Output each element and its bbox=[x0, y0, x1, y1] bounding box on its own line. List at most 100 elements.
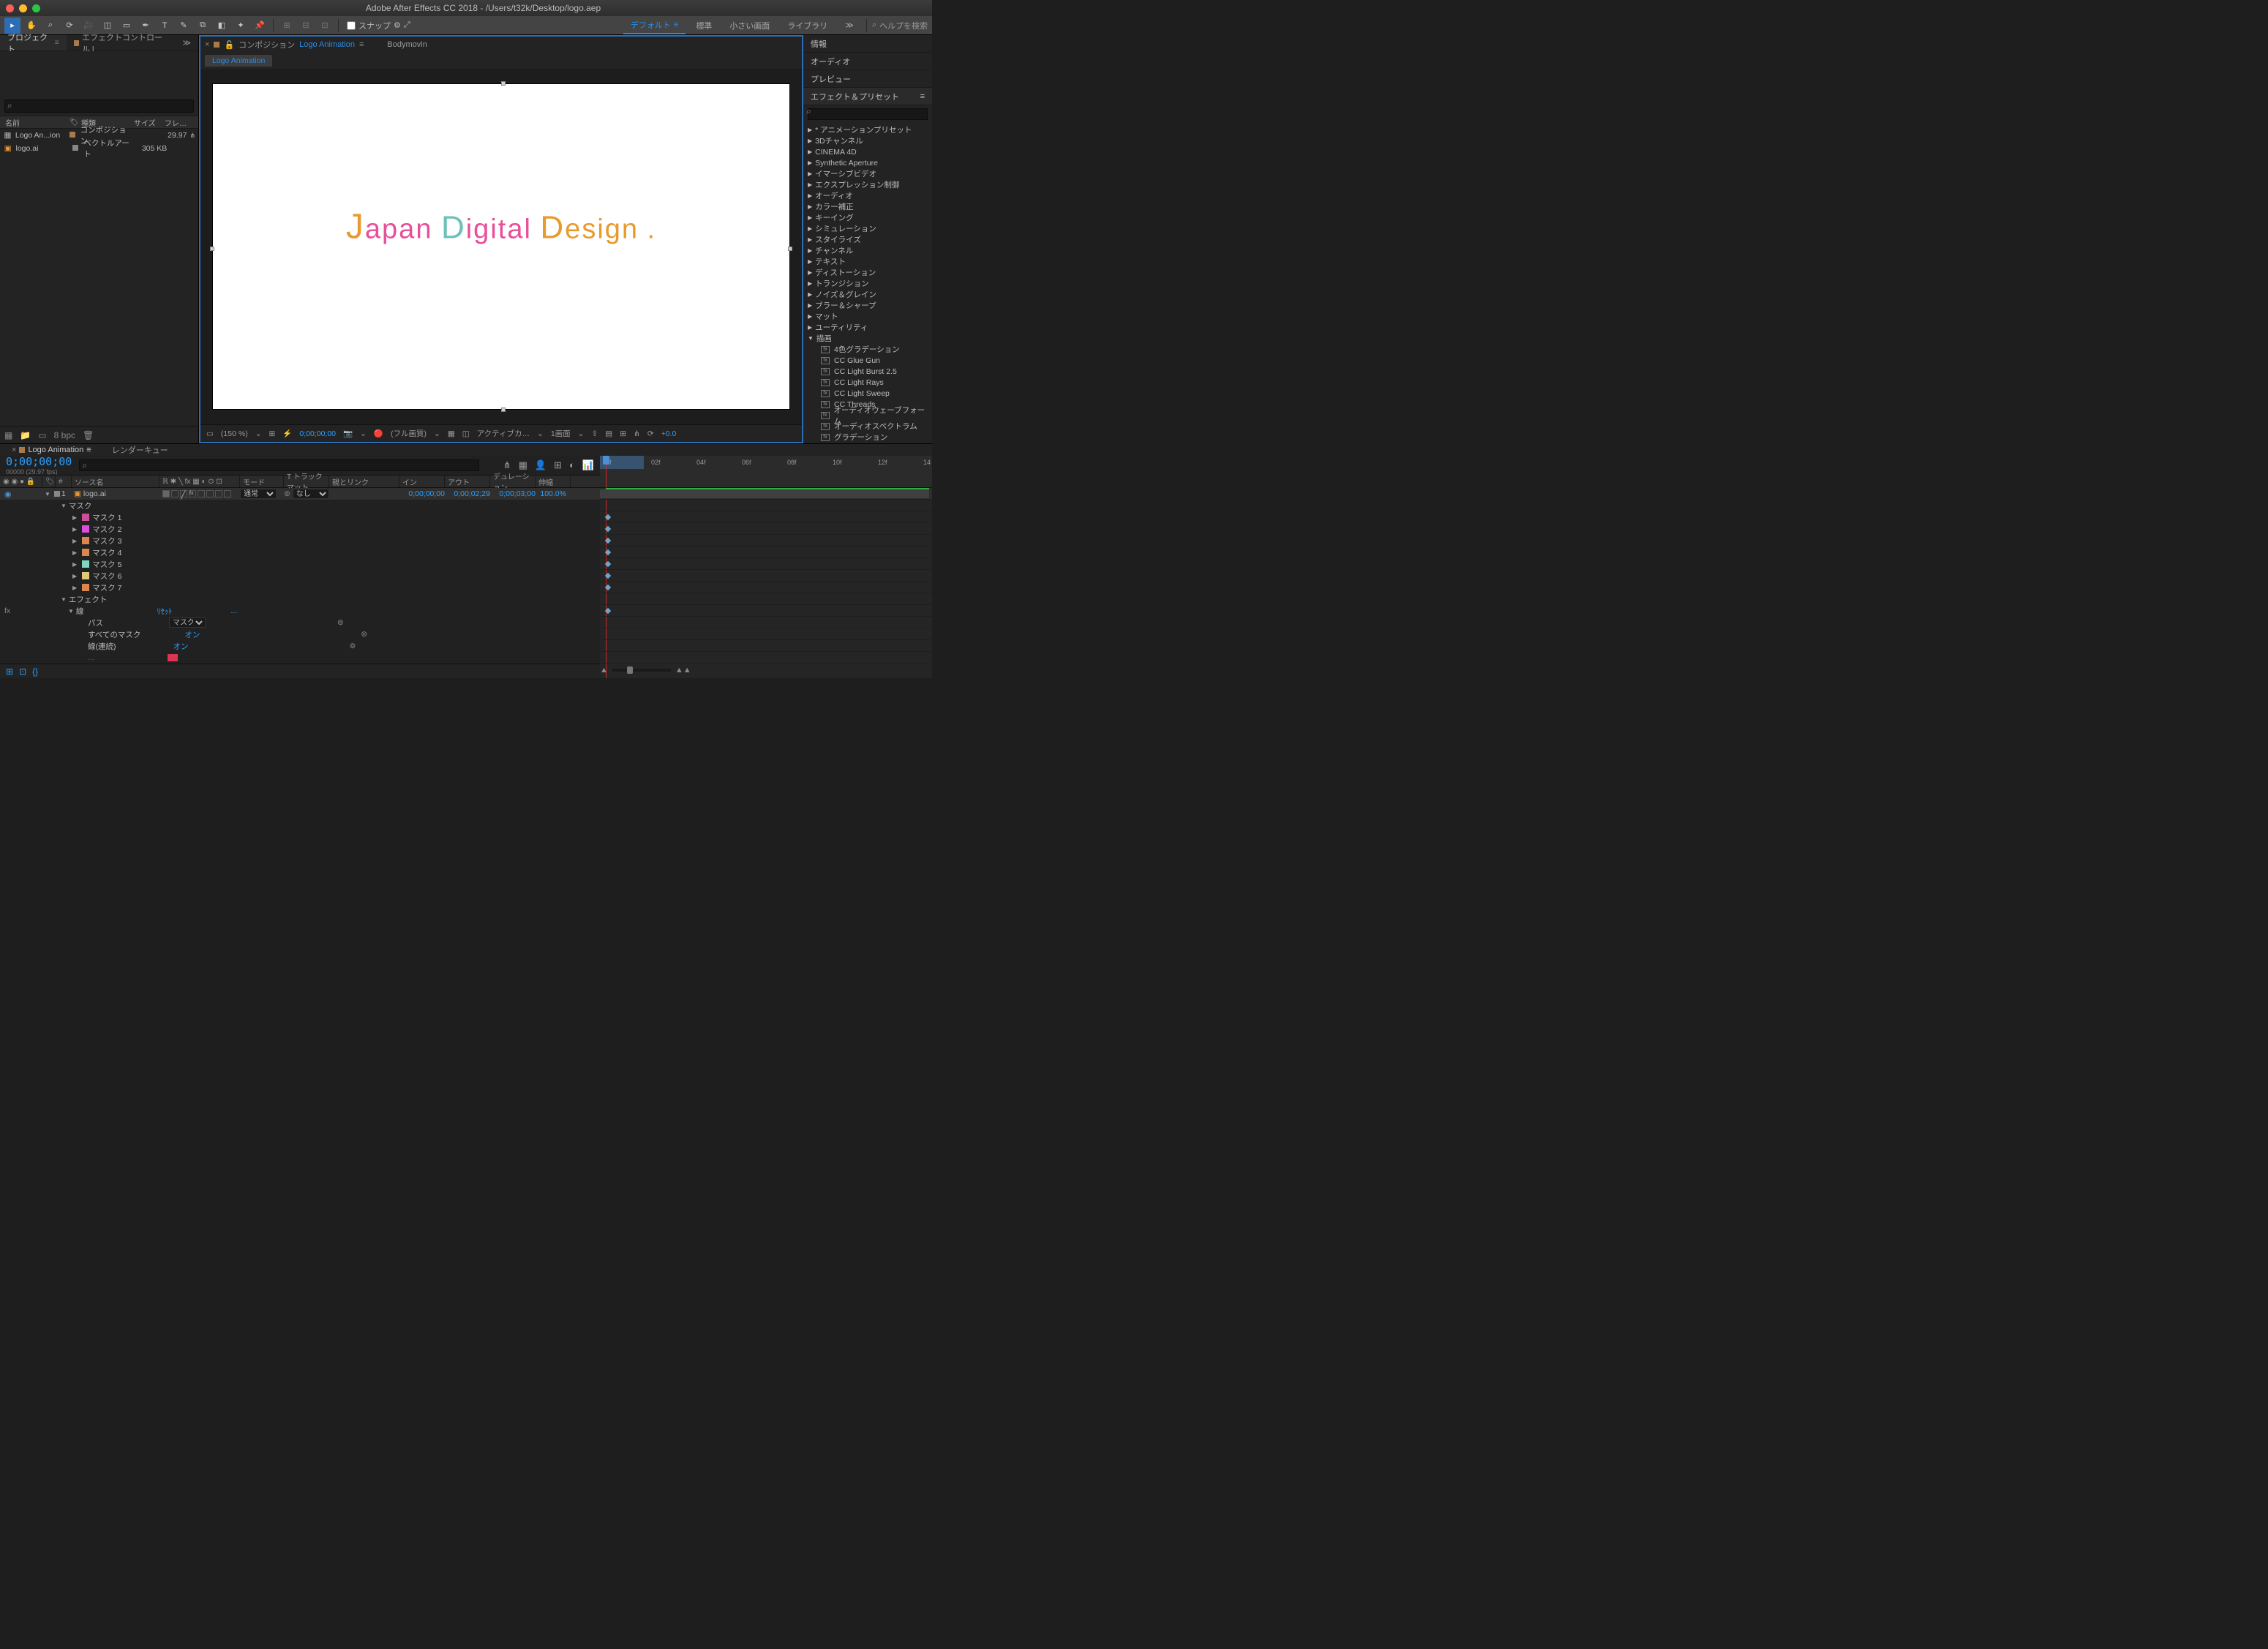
toggle-in-out-icon[interactable]: {} bbox=[32, 666, 38, 677]
timeline-row[interactable]: ▶マスク 2 bbox=[0, 523, 600, 535]
toggle-modes-icon[interactable]: ⊡ bbox=[19, 666, 26, 677]
effect-category[interactable]: ▶CINEMA 4D bbox=[803, 146, 932, 157]
effect-category[interactable]: ▶ユーティリティ bbox=[803, 322, 932, 333]
timeline-track[interactable] bbox=[600, 535, 932, 546]
comp-breadcrumb[interactable]: Logo Animation bbox=[299, 40, 355, 49]
timeline-track[interactable] bbox=[600, 500, 932, 511]
panel-overflow-icon[interactable]: ≫ bbox=[175, 35, 198, 50]
current-time[interactable]: 0;00;00;00 bbox=[299, 429, 336, 438]
effects-search[interactable] bbox=[803, 105, 932, 123]
rotate-tool[interactable]: ⟳ bbox=[61, 18, 78, 34]
timeline-ruler[interactable]: 0f02f04f06f08f10f12f14 bbox=[600, 456, 932, 488]
timeline-track[interactable] bbox=[600, 628, 932, 640]
effect-item[interactable]: fxCC Light Sweep bbox=[803, 388, 932, 399]
timeline-row[interactable]: ▶マスク 5 bbox=[0, 558, 600, 570]
effect-category[interactable]: ▶3Dチャンネル bbox=[803, 135, 932, 146]
workspace-small[interactable]: 小さい画面 bbox=[722, 16, 777, 34]
effect-category[interactable]: ▶* アニメーションプリセット bbox=[803, 124, 932, 135]
timeline-row[interactable]: ▶マスク 3 bbox=[0, 535, 600, 546]
channel-icon[interactable]: 🔴 bbox=[374, 429, 383, 438]
axis-world-icon[interactable]: ⊟ bbox=[298, 18, 314, 34]
timeline-search[interactable] bbox=[79, 459, 495, 471]
render-queue-tab[interactable]: レンダーキュー bbox=[102, 444, 179, 456]
effect-category[interactable]: ▶スタイライズ bbox=[803, 234, 932, 245]
workspace-overflow-icon[interactable]: ≫ bbox=[838, 16, 861, 34]
effect-controls-tab[interactable]: エフェクトコントロール l bbox=[67, 35, 176, 50]
interpret-footage-icon[interactable]: ▦ bbox=[4, 430, 12, 440]
effect-item[interactable]: fxオーディオスペクトラム bbox=[803, 421, 932, 432]
camera-dropdown[interactable]: アクティブカ… bbox=[477, 428, 530, 439]
timeline-row[interactable]: パスマスク 1⊚ bbox=[0, 617, 600, 628]
timeline-tracks[interactable]: 0f02f04f06f08f10f12f14 ▲▲▲ bbox=[600, 456, 932, 678]
project-search[interactable] bbox=[4, 99, 194, 113]
effect-item[interactable]: fxCC Glue Gun bbox=[803, 355, 932, 366]
brush-tool[interactable]: ✎ bbox=[176, 18, 192, 34]
composition-canvas-area[interactable]: Japan Digital Design . bbox=[200, 69, 802, 424]
effect-category[interactable]: ▶チャンネル bbox=[803, 245, 932, 256]
effect-category[interactable]: ▶ディストーション bbox=[803, 267, 932, 278]
timeline-comp-tab[interactable]: × Logo Animation ≡ bbox=[4, 444, 99, 456]
project-tab[interactable]: プロジェクト ≡ bbox=[0, 35, 67, 50]
magnification-dropdown[interactable]: (150 %) bbox=[221, 429, 248, 438]
share-view-icon[interactable]: ⇪ bbox=[591, 429, 598, 438]
toggle-switches-icon[interactable]: ⊞ bbox=[6, 666, 13, 677]
workspace-default[interactable]: デフォルト ≡ bbox=[623, 16, 686, 34]
effect-category[interactable]: ▶カラー補正 bbox=[803, 201, 932, 212]
bodymovin-tab[interactable]: Bodymovin bbox=[387, 40, 427, 49]
effect-category[interactable]: ▶キーイング bbox=[803, 212, 932, 223]
timeline-row[interactable]: 線(連続)オン⊚ bbox=[0, 640, 600, 652]
comp-flowchart-icon[interactable]: ⋔ bbox=[503, 459, 511, 471]
axis-view-icon[interactable]: ⊡ bbox=[317, 18, 333, 34]
effects-presets-header[interactable]: エフェクト＆プリセット≡ bbox=[803, 88, 932, 105]
timeline-row[interactable]: ... bbox=[0, 652, 600, 664]
help-search[interactable]: ⌕ ヘルプを検索 bbox=[872, 20, 928, 31]
effect-category[interactable]: ▶エクスプレッション制御 bbox=[803, 179, 932, 190]
effect-category[interactable]: ▶トランジション bbox=[803, 278, 932, 289]
quality-dropdown[interactable]: (フル画質) bbox=[391, 428, 427, 439]
timeline-row[interactable]: ▶マスク 7 bbox=[0, 582, 600, 593]
effect-item[interactable]: fxグラデーション bbox=[803, 432, 932, 443]
transparency-grid-icon[interactable]: ▦ bbox=[448, 429, 455, 438]
motion-blur-icon[interactable]: ◐ bbox=[569, 459, 575, 471]
timeline-track[interactable] bbox=[600, 582, 932, 593]
timeline-icon[interactable]: ⊞ bbox=[620, 429, 626, 438]
flowchart-icon[interactable]: ⋔ bbox=[189, 132, 195, 140]
draft-3d-icon[interactable]: ▦ bbox=[519, 459, 527, 471]
timeline-row[interactable]: ◉▼ 1▣logo.ai╱fx通常⊚ なし0;00;00;000;00;02;2… bbox=[0, 488, 600, 500]
timeline-row[interactable]: ▼エフェクト bbox=[0, 593, 600, 605]
timeline-track[interactable] bbox=[600, 617, 932, 628]
project-item-ai[interactable]: ▣ logo.ai ベクトルアート 305 KB bbox=[0, 142, 198, 155]
fast-preview-icon[interactable]: ⚡ bbox=[282, 429, 292, 438]
workspace-standard[interactable]: 標準 bbox=[688, 16, 719, 34]
new-folder-icon[interactable]: 📁 bbox=[20, 430, 31, 440]
timeline-track[interactable] bbox=[600, 652, 932, 664]
snap-expand-icon[interactable]: ⤢ bbox=[404, 20, 410, 30]
resolution-icon[interactable]: ⊞ bbox=[269, 429, 276, 438]
mask-icon[interactable]: ◫ bbox=[462, 429, 470, 438]
timeline-row[interactable]: ▶マスク 6 bbox=[0, 570, 600, 582]
lock-icon[interactable]: 🔓 bbox=[224, 40, 234, 50]
timeline-timecode[interactable]: 0;00;00;00 bbox=[6, 455, 72, 468]
reset-exposure-icon[interactable]: ⟳ bbox=[647, 429, 654, 438]
effect-category[interactable]: ▶マット bbox=[803, 311, 932, 322]
effect-item[interactable]: fxオーディオウェーブフォーム bbox=[803, 410, 932, 421]
timeline-track[interactable] bbox=[600, 640, 932, 652]
views-dropdown[interactable]: 1画面 bbox=[551, 428, 571, 439]
snap-toggle[interactable]: スナップ ⚙ ⤢ bbox=[344, 20, 413, 31]
effect-category[interactable]: ▶イマーシブビデオ bbox=[803, 168, 932, 179]
effect-category-open[interactable]: ▼描画 bbox=[803, 333, 932, 344]
comp-mini-tab[interactable]: Logo Animation bbox=[205, 55, 272, 67]
maximize-window-icon[interactable] bbox=[32, 4, 40, 12]
composition-canvas[interactable]: Japan Digital Design . bbox=[212, 83, 790, 410]
timeline-track[interactable] bbox=[600, 511, 932, 523]
effect-category[interactable]: ▶シミュレーション bbox=[803, 223, 932, 234]
minimize-window-icon[interactable] bbox=[19, 4, 27, 12]
effect-category[interactable]: ▶Synthetic Aperture bbox=[803, 157, 932, 168]
roto-tool[interactable]: ✦ bbox=[233, 18, 249, 34]
timeline-track[interactable] bbox=[600, 605, 932, 617]
exposure-value[interactable]: +0.0 bbox=[661, 429, 677, 438]
effect-category[interactable]: ▶ブラー＆シャープ bbox=[803, 300, 932, 311]
new-comp-icon[interactable]: ▭ bbox=[38, 430, 46, 440]
clone-tool[interactable]: ⧉ bbox=[195, 18, 211, 34]
timeline-track[interactable] bbox=[600, 570, 932, 582]
